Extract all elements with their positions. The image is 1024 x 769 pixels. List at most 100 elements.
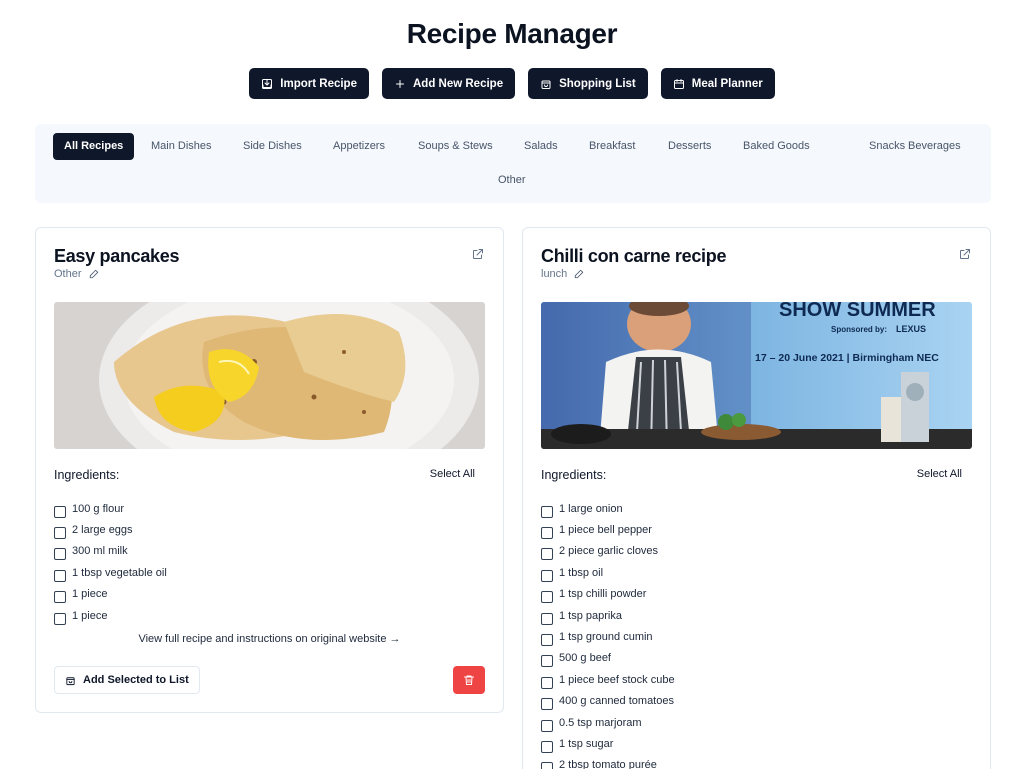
ingredient-label: 1 tbsp vegetable oil [72, 566, 167, 579]
ingredient-item: 1 tsp chilli powder [541, 584, 675, 605]
plus-icon [395, 79, 404, 88]
ingredient-checkbox[interactable] [541, 505, 553, 518]
ingredient-label: 0.5 tsp marjoram [559, 716, 642, 729]
ingredient-item: 1 piece [54, 584, 167, 605]
show-banner-text: SHOW SUMMER [779, 302, 936, 321]
ingredient-label: 2 piece garlic cloves [559, 545, 659, 558]
category-tab-salads[interactable]: Salads [513, 133, 569, 160]
ingredient-checkbox[interactable] [541, 569, 553, 582]
add-selected-label: Add Selected to List [83, 674, 189, 686]
ingredient-label: 300 ml milk [72, 545, 128, 558]
import-recipe-label: Import Recipe [280, 77, 357, 90]
ingredient-label: 1 tsp sugar [559, 737, 614, 750]
ingredient-checkbox[interactable] [54, 612, 66, 625]
ingredient-checkbox[interactable] [541, 655, 553, 668]
recipe-category-label: lunch [541, 268, 568, 280]
ingredient-item: 1 tbsp oil [541, 562, 675, 583]
event-dates-text: 17 – 20 June 2021 | Birmingham NEC [755, 352, 939, 364]
shopping-list-button[interactable]: Shopping List [528, 68, 648, 99]
select-all-button[interactable]: Select All [430, 468, 475, 480]
external-link-icon[interactable] [472, 247, 484, 259]
ingredient-item: 1 piece [54, 605, 167, 626]
trash-icon [464, 675, 474, 685]
import-recipe-button[interactable]: Import Recipe [249, 68, 369, 99]
shopping-list-label: Shopping List [559, 77, 636, 90]
ingredient-item: 300 ml milk [54, 541, 167, 562]
ingredients-heading: Ingredients: [54, 468, 120, 482]
ingredient-label: 1 tsp ground cumin [559, 631, 653, 644]
sponsor-brand-text: LEXUS [896, 324, 926, 334]
external-link-icon[interactable] [959, 247, 971, 259]
category-tab-soups-stews[interactable]: Soups & Stews [407, 133, 504, 160]
ingredient-label: 1 large onion [559, 502, 623, 515]
ingredient-checkbox[interactable] [541, 591, 553, 604]
recipe-title: Chilli con carne recipe [541, 246, 727, 266]
ingredient-item: 1 piece beef stock cube [541, 669, 675, 690]
recipe-title: Easy pancakes [54, 246, 180, 266]
ingredient-item: 500 g beef [541, 648, 675, 669]
calendar-icon [673, 78, 684, 89]
action-bar: Import Recipe Add New Recipe Shopping Li… [0, 68, 1024, 99]
recipe-category: Other [54, 268, 99, 280]
shopping-bag-icon [66, 676, 75, 685]
pencil-icon[interactable] [574, 269, 584, 279]
ingredient-label: 1 piece [72, 609, 108, 622]
ingredient-checkbox[interactable] [54, 591, 66, 604]
ingredient-checkbox[interactable] [541, 548, 553, 561]
ingredient-checkbox[interactable] [541, 612, 553, 625]
delete-recipe-button[interactable] [453, 666, 485, 694]
category-tab-beverages[interactable]: Beverages [897, 133, 972, 160]
ingredient-checkbox[interactable] [541, 527, 553, 540]
ingredient-checkbox[interactable] [54, 548, 66, 561]
shopping-bag-icon [541, 80, 551, 89]
page-title: Recipe Manager [406, 18, 618, 49]
add-new-recipe-button[interactable]: Add New Recipe [381, 68, 516, 99]
ingredient-label: 1 piece bell pepper [559, 524, 652, 537]
ingredient-checkbox[interactable] [541, 676, 553, 689]
category-tab-desserts[interactable]: Desserts [657, 133, 722, 160]
recipe-card: Chilli con carne recipe lunch SHOW SUMME… [522, 227, 991, 769]
category-filter-bar: All Recipes Main Dishes Side Dishes Appe… [35, 124, 991, 203]
category-tab-other[interactable]: Other [487, 167, 537, 194]
view-full-recipe-link[interactable]: View full recipe and instructions on ori… [36, 633, 503, 645]
category-tab-breakfast[interactable]: Breakfast [578, 133, 646, 160]
ingredient-label: 2 large eggs [72, 524, 133, 537]
ingredient-label: 500 g beef [559, 652, 611, 665]
ingredient-item: 0.5 tsp marjoram [541, 712, 675, 733]
ingredient-item: 2 tbsp tomato purée [541, 755, 675, 769]
category-tab-side-dishes[interactable]: Side Dishes [232, 133, 313, 160]
ingredients-heading: Ingredients: [541, 468, 607, 482]
category-tab-main-dishes[interactable]: Main Dishes [140, 133, 223, 160]
select-all-button[interactable]: Select All [917, 468, 962, 480]
category-tab-baked-goods[interactable]: Baked Goods [732, 133, 821, 160]
ingredient-item: 1 tsp ground cumin [541, 626, 675, 647]
ingredient-checkbox[interactable] [541, 634, 553, 647]
recipe-category: lunch [541, 268, 584, 280]
ingredient-item: 1 large onion [541, 498, 675, 519]
ingredient-item: 400 g canned tomatoes [541, 691, 675, 712]
ingredient-list: 100 g flour 2 large eggs 300 ml milk 1 t… [54, 498, 167, 626]
import-icon [262, 78, 273, 89]
category-tab-appetizers[interactable]: Appetizers [322, 133, 396, 160]
add-new-recipe-label: Add New Recipe [412, 77, 504, 90]
ingredient-checkbox[interactable] [54, 527, 66, 540]
add-selected-to-list-button[interactable]: Add Selected to List [54, 666, 200, 694]
ingredient-list: 1 large onion 1 piece bell pepper 2 piec… [541, 498, 675, 769]
ingredient-checkbox[interactable] [54, 569, 66, 582]
sponsor-text: Sponsored by: [831, 325, 887, 334]
ingredient-checkbox[interactable] [54, 505, 66, 518]
ingredient-checkbox[interactable] [541, 762, 553, 769]
meal-planner-button[interactable]: Meal Planner [660, 68, 775, 99]
ingredient-label: 100 g flour [72, 502, 124, 515]
ingredient-label: 1 piece [72, 588, 108, 601]
ingredient-checkbox[interactable] [541, 740, 553, 753]
recipe-image-pancakes [54, 302, 485, 449]
ingredient-item: 2 large eggs [54, 519, 167, 540]
ingredient-checkbox[interactable] [541, 719, 553, 732]
ingredient-label: 1 tsp chilli powder [559, 588, 647, 601]
category-tab-all-recipes[interactable]: All Recipes [53, 133, 135, 160]
ingredient-item: 100 g flour [54, 498, 167, 519]
pencil-icon[interactable] [89, 269, 99, 279]
ingredient-label: 1 tbsp oil [559, 566, 604, 579]
ingredient-checkbox[interactable] [541, 698, 553, 711]
